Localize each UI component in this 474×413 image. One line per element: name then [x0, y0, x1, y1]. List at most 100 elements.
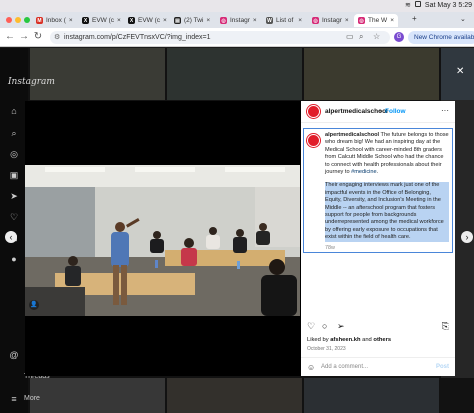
background-post-tile[interactable]: [167, 378, 302, 413]
new-chrome-available-button[interactable]: New Chrome available: [408, 31, 474, 44]
browser-tab-strip: M Inbox (× X EVW (c × X EVW (c × ▤ (2) Twi × ◎ Insta…: [0, 12, 474, 28]
messages-icon[interactable]: ➤: [9, 191, 19, 201]
comment-icon[interactable]: ○: [322, 321, 327, 331]
url-text: instagram.com/p/CzFEVTnsxVC/?img_index=1: [64, 34, 211, 41]
background-post-tile[interactable]: [304, 48, 439, 100]
cast-icon[interactable]: ▭: [346, 32, 354, 41]
reload-button[interactable]: ↻: [32, 31, 44, 42]
browser-tab[interactable]: X EVW (c ×: [78, 14, 122, 27]
comment-box: ☺ Add a comment... Post: [301, 357, 455, 376]
background-post-tile[interactable]: [30, 378, 165, 413]
browser-tab-label: Instagr: [230, 17, 250, 24]
wifi-icon[interactable]: ≋: [405, 1, 411, 9]
instagram-sidebar: Instagram ⌂ ⌕ ◎ ▣ ➤ ♡ ⊞ ● @ Threads ≡ Mo…: [0, 48, 55, 413]
profile-avatar-button[interactable]: G: [394, 32, 404, 42]
browser-tab[interactable]: M Inbox (×: [32, 14, 76, 27]
emoji-icon[interactable]: ☺: [307, 363, 315, 372]
post-photo[interactable]: 👤: [25, 165, 300, 316]
back-button[interactable]: ←: [4, 31, 16, 42]
instagram-page: Instagram ⌂ ⌕ ◎ ▣ ➤ ♡ ⊞ ● @ Threads ≡ Mo…: [0, 48, 474, 413]
window-controls: [6, 17, 30, 23]
zoom-window-button[interactable]: [24, 17, 30, 23]
close-modal-icon[interactable]: ✕: [456, 66, 464, 77]
reels-icon[interactable]: ▣: [9, 170, 19, 180]
menubar-clock[interactable]: Sat May 3 5:29: [425, 2, 472, 9]
caption-paragraph-2: Their engaging interviews mark just one …: [325, 182, 449, 242]
post-actions: ♡ ○ ➢ ⎘: [307, 321, 449, 333]
close-tab-icon[interactable]: ×: [163, 17, 167, 24]
browser-tab-label: (2) Twi: [184, 17, 204, 24]
tab-search-chevron-icon[interactable]: ⌄: [460, 15, 466, 23]
share-icon[interactable]: ➢: [337, 321, 345, 332]
notifications-heart-icon[interactable]: ♡: [9, 212, 19, 222]
browser-tab-label: List of: [276, 17, 294, 24]
threads-icon[interactable]: @: [9, 350, 19, 360]
likes-summary: Liked by afsheen.kh and others: [307, 337, 391, 343]
comment-input[interactable]: Add a comment...: [321, 364, 368, 370]
browser-tab-label: Instagr: [322, 17, 342, 24]
browser-tab[interactable]: ◎ Instagr ×: [308, 14, 352, 27]
browser-tab-label: EVW (c: [138, 17, 161, 24]
control-center-icon[interactable]: [414, 1, 421, 9]
browser-tab[interactable]: ▤ (2) Twi ×: [170, 14, 214, 27]
liked-by-and: and: [360, 337, 374, 343]
macos-menubar: ≋ Sat May 3 5:29: [0, 0, 474, 12]
menubar-status-cluster: ≋ Sat May 3 5:29: [405, 1, 472, 9]
more-options-icon[interactable]: ···: [441, 106, 449, 115]
background-post-tile[interactable]: [304, 378, 439, 413]
previous-post-arrow-icon[interactable]: ‹: [5, 231, 17, 243]
liked-by-others[interactable]: others: [373, 337, 391, 343]
search-icon[interactable]: ⌕: [9, 128, 19, 138]
post-comment-button[interactable]: Post: [436, 364, 449, 370]
instagram-icon: ◎: [220, 17, 227, 24]
browser-tab[interactable]: ◎ Instagr ×: [216, 14, 260, 27]
tagged-people-icon[interactable]: 👤: [29, 300, 39, 310]
home-icon[interactable]: ⌂: [9, 106, 19, 116]
instagram-logo[interactable]: Instagram: [8, 77, 55, 87]
hashtag-link[interactable]: #medicine: [351, 169, 377, 175]
minimize-window-button[interactable]: [15, 17, 21, 23]
background-post-tile[interactable]: [30, 48, 165, 100]
like-heart-icon[interactable]: ♡: [307, 321, 315, 332]
browser-tab[interactable]: W List of ×: [262, 14, 306, 27]
site-info-icon[interactable]: ⚙: [54, 31, 60, 44]
instagram-icon: ◎: [358, 17, 365, 24]
more-label[interactable]: More: [24, 395, 40, 402]
save-bookmark-icon[interactable]: ⎘: [442, 321, 449, 332]
close-tab-icon[interactable]: ×: [206, 17, 210, 24]
caption-paragraph-1: alpertmedicalschool The future belongs t…: [325, 132, 449, 176]
bookmark-star-icon[interactable]: ☆: [373, 32, 380, 41]
more-menu-icon[interactable]: ≡: [9, 394, 19, 404]
follow-button[interactable]: Follow: [385, 108, 406, 115]
new-tab-button[interactable]: +: [412, 14, 417, 23]
profile-icon[interactable]: ●: [9, 254, 19, 264]
author-avatar[interactable]: [307, 105, 320, 118]
caption-text-1: The future belongs to those who dream bi…: [325, 132, 449, 176]
gmail-icon: M: [36, 17, 43, 24]
close-tab-icon[interactable]: ×: [253, 17, 257, 24]
caption-author-avatar[interactable]: [307, 134, 320, 147]
background-post-tile[interactable]: [167, 48, 302, 100]
zoom-icon[interactable]: ⌕: [359, 32, 363, 42]
forward-button[interactable]: →: [18, 31, 30, 42]
post-modal: 👤 alpertmedicalschool • Follow ··· alper…: [25, 101, 455, 376]
browser-tab[interactable]: ◎ The W ×: [354, 14, 398, 27]
close-tab-icon[interactable]: ×: [117, 17, 121, 24]
twitch-icon: ▤: [174, 17, 181, 24]
caption-age[interactable]: 78w: [325, 245, 449, 252]
explore-icon[interactable]: ◎: [9, 149, 19, 159]
close-tab-icon[interactable]: ×: [69, 17, 73, 24]
post-header: alpertmedicalschool • Follow ···: [301, 101, 455, 123]
close-tab-icon[interactable]: ×: [298, 17, 302, 24]
close-window-button[interactable]: [6, 17, 12, 23]
address-bar[interactable]: ⚙ instagram.com/p/CzFEVTnsxVC/?img_index…: [50, 31, 390, 44]
wikipedia-icon: W: [266, 17, 273, 24]
post-date[interactable]: October 31, 2023: [307, 346, 346, 352]
next-post-arrow-icon[interactable]: ›: [461, 231, 473, 243]
browser-tab[interactable]: X EVW (c ×: [124, 14, 168, 27]
close-tab-icon[interactable]: ×: [345, 17, 349, 24]
close-tab-icon[interactable]: ×: [390, 17, 394, 24]
liked-by-user[interactable]: afsheen.kh: [330, 337, 360, 343]
caption-username[interactable]: alpertmedicalschool: [325, 132, 379, 138]
classroom-photo: [25, 165, 300, 316]
